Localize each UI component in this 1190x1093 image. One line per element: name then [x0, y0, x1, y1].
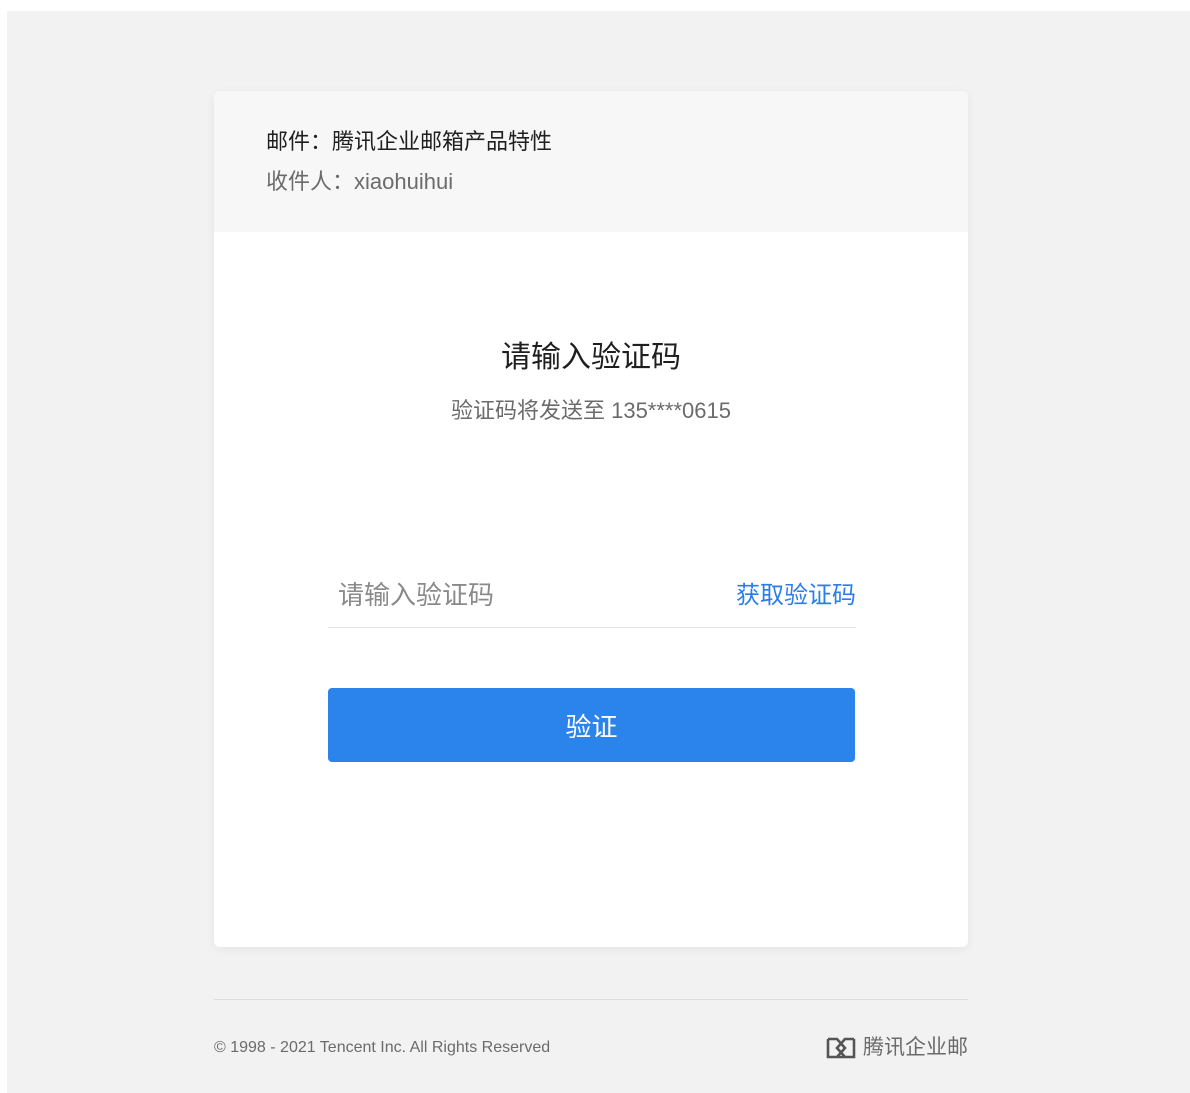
verification-card: 邮件：腾讯企业邮箱产品特性 收件人：xiaohuihui 请输入验证码 验证码将… [214, 91, 968, 947]
code-input-row: 获取验证码 [328, 565, 856, 628]
verification-title: 请输入验证码 [501, 341, 681, 374]
mail-info-header: 邮件：腾讯企业邮箱产品特性 收件人：xiaohuihui [214, 91, 968, 232]
tencent-exmail-logo-icon [826, 1037, 856, 1059]
copyright-text: © 1998 - 2021 Tencent Inc. All Rights Re… [214, 1039, 551, 1056]
mail-subject: 邮件：腾讯企业邮箱产品特性 [266, 129, 553, 154]
get-code-link[interactable]: 获取验证码 [736, 581, 856, 611]
brand-name: 腾讯企业邮 [863, 1036, 968, 1059]
page-background: 邮件：腾讯企业邮箱产品特性 收件人：xiaohuihui 请输入验证码 验证码将… [7, 11, 1190, 1093]
footer-divider [214, 999, 968, 1000]
mail-recipient: 收件人：xiaohuihui [266, 169, 454, 194]
verify-button[interactable]: 验证 [328, 688, 855, 762]
verification-subtitle: 验证码将发送至 135****0615 [450, 398, 731, 423]
verification-code-input[interactable] [328, 565, 728, 625]
footer-brand: 腾讯企业邮 [825, 1035, 968, 1061]
